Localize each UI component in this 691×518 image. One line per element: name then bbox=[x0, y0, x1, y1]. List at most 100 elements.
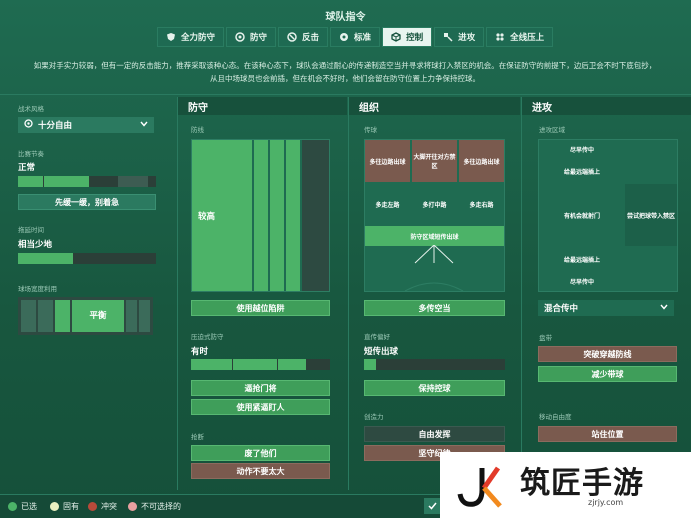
defense-line-fill bbox=[254, 140, 268, 291]
creative-freedom-button[interactable]: 自由发挥 bbox=[364, 426, 505, 442]
legend-label: 不可选择的 bbox=[141, 502, 181, 511]
legend-label: 固有 bbox=[63, 502, 79, 511]
tab-all-attack[interactable]: 全线压上 bbox=[486, 27, 554, 47]
conflict-dot-icon bbox=[88, 502, 97, 511]
unavailable-dot-icon bbox=[128, 502, 137, 511]
passing-zone[interactable]: 多走右路 bbox=[459, 185, 504, 223]
tight-marking-button[interactable]: 使用紧逼盯人 bbox=[191, 399, 330, 415]
divider bbox=[521, 97, 522, 490]
attack-zone[interactable]: 尝试把球带入禁区 bbox=[625, 184, 677, 246]
watermark-url: zjrjy.com bbox=[588, 498, 624, 507]
width-slider[interactable]: 平衡 bbox=[18, 297, 153, 335]
tempo-value: 正常 bbox=[18, 163, 36, 173]
shield-heart-icon bbox=[166, 32, 176, 42]
defense-line-pitch[interactable]: 较高 bbox=[191, 139, 330, 292]
creativity-label: 创造力 bbox=[364, 413, 384, 421]
defense-line-fill bbox=[270, 140, 284, 291]
chevron-down-icon bbox=[660, 303, 668, 314]
defense-line-label: 防线 bbox=[191, 126, 204, 134]
tackle-harder-button[interactable]: 废了他们 bbox=[191, 445, 330, 461]
pass-arrows bbox=[404, 245, 464, 291]
watermark: 筑匠手游 zjrjy.com bbox=[440, 452, 691, 518]
passing-label: 传球 bbox=[364, 126, 377, 134]
divider bbox=[348, 97, 349, 490]
passing-zone[interactable]: 大脚开往对方禁区 bbox=[412, 140, 457, 182]
mentality-description: 如果对手实力较弱，但有一定的反击能力，推荐采取该种心态。在该种心态下，球队会通过… bbox=[20, 59, 670, 85]
tab-label: 全力防守 bbox=[181, 33, 216, 43]
time-wasting-fill bbox=[18, 253, 73, 264]
crossing-select[interactable]: 混合传中 bbox=[538, 300, 674, 316]
pressing-slider[interactable] bbox=[191, 359, 330, 370]
passing-zone[interactable]: 防守区域短传出球 bbox=[365, 226, 504, 246]
attack-zone[interactable]: 给最远端插上 bbox=[539, 160, 625, 182]
pressing-value: 有时 bbox=[191, 347, 209, 357]
legend-label: 已选 bbox=[21, 502, 37, 511]
passing-zone[interactable]: 多走左路 bbox=[365, 185, 410, 223]
passing-pitch[interactable]: 多往边路出球 大脚开往对方禁区 多往边路出球 多走左路 多打中路 多走右路 防守… bbox=[364, 139, 505, 292]
tempo-slow-button[interactable]: 先缓一缓，别着急 bbox=[18, 194, 156, 210]
pass-into-space-button[interactable]: 多传空当 bbox=[364, 300, 505, 316]
tab-label: 控制 bbox=[406, 33, 424, 43]
tackling-label: 抢断 bbox=[191, 433, 204, 441]
divider bbox=[177, 97, 178, 490]
offside-trap-button[interactable]: 使用越位陷阱 bbox=[191, 300, 330, 316]
tactic-style-label: 战术风格 bbox=[18, 105, 44, 113]
tab-counter[interactable]: 反击 bbox=[278, 27, 329, 47]
dribble-more-button[interactable]: 突破穿越防线 bbox=[538, 346, 677, 362]
selected-dot-icon bbox=[8, 502, 17, 511]
attack-zone[interactable]: 尽早传中 bbox=[539, 140, 625, 158]
tab-all-defense[interactable]: 全力防守 bbox=[157, 27, 225, 47]
tab-standard[interactable]: 标准 bbox=[330, 27, 381, 47]
inherent-dot-icon bbox=[50, 502, 59, 511]
tab-label: 进攻 bbox=[458, 33, 476, 43]
press-icon bbox=[495, 32, 505, 42]
pressing-label: 压迫式防守 bbox=[191, 333, 224, 341]
cube-icon bbox=[391, 32, 401, 42]
passing-style-label: 直传偏好 bbox=[364, 333, 390, 341]
defense-line-fill bbox=[286, 140, 300, 291]
pressing-segment bbox=[233, 359, 277, 370]
passing-zone[interactable]: 多往边路出球 bbox=[459, 140, 504, 182]
tempo-segment bbox=[44, 176, 89, 187]
dribble-less-button[interactable]: 减少带球 bbox=[538, 366, 677, 382]
passing-zone[interactable]: 多往边路出球 bbox=[365, 140, 410, 182]
crossing-value: 混合传中 bbox=[544, 304, 579, 314]
tab-attack[interactable]: 进攻 bbox=[434, 27, 485, 47]
confirm-button[interactable] bbox=[424, 498, 440, 514]
target-icon bbox=[24, 119, 33, 131]
time-wasting-slider[interactable] bbox=[18, 253, 156, 264]
press-keeper-button[interactable]: 逼抢门将 bbox=[191, 380, 330, 396]
attack-zone[interactable]: 有机会就射门 bbox=[539, 184, 625, 246]
attack-zone[interactable]: 尽早传中 bbox=[539, 272, 625, 290]
stay-on-feet-button[interactable]: 动作不要太大 bbox=[191, 463, 330, 479]
tab-defense[interactable]: 防守 bbox=[226, 27, 277, 47]
organise-header: 组织 bbox=[349, 97, 520, 115]
tactic-style-select[interactable]: 十分自由 bbox=[18, 117, 154, 133]
tactics-screen: 球队指令 全力防守 防守 反击 标准 控制 进攻 全线压上 如果对手实力较弱，但… bbox=[0, 0, 691, 518]
hold-position-button[interactable]: 站住位置 bbox=[538, 426, 677, 442]
tactic-style-value: 十分自由 bbox=[38, 121, 73, 131]
defense-line-empty bbox=[302, 140, 329, 291]
passing-style-slider[interactable] bbox=[364, 359, 505, 370]
page-title: 球队指令 bbox=[325, 12, 366, 23]
pressing-segment bbox=[278, 359, 306, 370]
dribble-label: 盘带 bbox=[539, 334, 552, 342]
passing-zone[interactable]: 多打中路 bbox=[412, 185, 457, 223]
tab-control[interactable]: 控制 bbox=[382, 27, 433, 47]
width-segment bbox=[21, 300, 36, 332]
watermark-title: 筑匠手游 bbox=[520, 466, 644, 501]
width-label: 球场宽度利用 bbox=[18, 285, 57, 293]
movement-label: 移动自由度 bbox=[539, 413, 572, 421]
tempo-slider[interactable] bbox=[18, 176, 156, 187]
tab-label: 标准 bbox=[354, 33, 372, 43]
attack-pitch[interactable]: 尽早传中 给最远端插上 有机会就射门 尝试把球带入禁区 给最远端插上 尽早传中 bbox=[538, 139, 678, 292]
width-segment bbox=[126, 300, 137, 332]
passing-style-value: 短传出球 bbox=[364, 347, 399, 357]
attack-zone[interactable]: 给最远端插上 bbox=[539, 248, 625, 270]
attack-header: 进攻 bbox=[522, 97, 691, 115]
tempo-label: 比赛节奏 bbox=[18, 150, 44, 158]
tempo-segment bbox=[18, 176, 43, 187]
tab-label: 反击 bbox=[302, 33, 320, 43]
width-value: 平衡 bbox=[89, 311, 107, 321]
retain-possession-button[interactable]: 保持控球 bbox=[364, 380, 505, 396]
